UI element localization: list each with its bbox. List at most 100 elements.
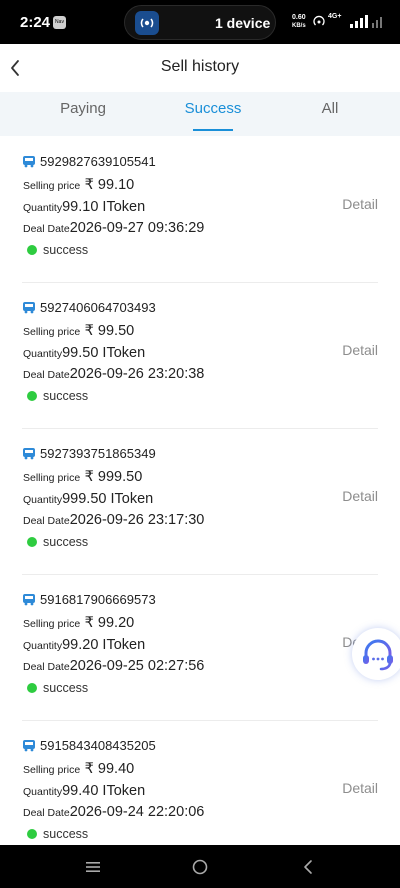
bus-icon bbox=[22, 155, 36, 173]
quantity-label: Quantity bbox=[23, 640, 63, 652]
status-dot bbox=[27, 683, 37, 693]
selling-price-value: ₹ 99.50 bbox=[84, 323, 135, 339]
deal-date-row: Deal Date2026-09-24 22:20:06 bbox=[23, 803, 204, 821]
deal-date-label: Deal Date bbox=[23, 223, 70, 235]
status-dot bbox=[27, 245, 37, 255]
status-badge: success bbox=[27, 681, 88, 695]
selling-price-value: ₹ 99.10 bbox=[84, 177, 135, 193]
page-title: Sell history bbox=[160, 58, 240, 75]
selling-price-row: Selling price ₹ 99.40 bbox=[23, 760, 134, 778]
status-text: success bbox=[43, 535, 89, 549]
tab-success[interactable]: Success bbox=[163, 92, 263, 136]
quantity-value: 99.50 IToken bbox=[62, 345, 146, 361]
quantity-value: 99.10 IToken bbox=[62, 199, 146, 215]
quantity-row: Quantity999.50 IToken bbox=[23, 490, 153, 508]
quantity-row: Quantity99.10 IToken bbox=[23, 198, 145, 216]
quantity-row: Quantity99.20 IToken bbox=[23, 636, 145, 654]
broadcast-icon bbox=[135, 11, 159, 35]
order-card: 5916817906669573 Selling price ₹ 99.20 Q… bbox=[22, 575, 378, 721]
order-card: 5927393751865349 Selling price ₹ 999.50 … bbox=[22, 429, 378, 575]
menu-icon bbox=[86, 862, 100, 872]
customer-support-button[interactable] bbox=[352, 628, 400, 680]
order-id: 5927393751865349 bbox=[40, 446, 156, 461]
selling-price-label: Selling price bbox=[23, 472, 81, 484]
status-dot bbox=[27, 537, 37, 547]
selling-price-value: ₹ 999.50 bbox=[84, 469, 143, 485]
deal-date-label: Deal Date bbox=[23, 807, 70, 819]
selling-price-row: Selling price ₹ 99.50 bbox=[23, 322, 134, 340]
selling-price-row: Selling price ₹ 99.20 bbox=[23, 614, 134, 632]
deal-date-label: Deal Date bbox=[23, 369, 70, 381]
signal-strength-icon bbox=[350, 14, 384, 33]
order-id: 5927406064703493 bbox=[40, 300, 156, 315]
quantity-row: Quantity99.50 IToken bbox=[23, 344, 145, 362]
selling-price-value: ₹ 99.40 bbox=[84, 761, 135, 777]
order-card: 5927406064703493 Selling price ₹ 99.50 Q… bbox=[22, 283, 378, 429]
quantity-label: Quantity bbox=[23, 348, 63, 360]
status-badge: success bbox=[27, 535, 88, 549]
order-card: 5929827639105541 Selling price ₹ 99.10 Q… bbox=[22, 137, 378, 283]
deal-date-label: Deal Date bbox=[23, 515, 70, 527]
selling-price-label: Selling price bbox=[23, 764, 81, 776]
deal-date-row: Deal Date2026-09-27 09:36:29 bbox=[23, 219, 204, 237]
sell-history-list: 5929827639105541 Selling price ₹ 99.10 Q… bbox=[0, 137, 400, 867]
detail-link[interactable]: Detail bbox=[342, 196, 378, 212]
detail-link[interactable]: Detail bbox=[342, 780, 378, 796]
deal-date-value: 2026-09-25 02:27:56 bbox=[69, 658, 205, 674]
tab-success-label: Success bbox=[184, 100, 242, 117]
network-speed: 0.60 KB/s bbox=[292, 14, 306, 30]
order-id: 5916817906669573 bbox=[40, 592, 156, 607]
app-notification-icon: Nav bbox=[53, 16, 66, 29]
deal-date-value: 2026-09-27 09:36:29 bbox=[69, 220, 205, 236]
headset-icon bbox=[363, 639, 393, 671]
selling-price-row: Selling price ₹ 99.10 bbox=[23, 176, 134, 194]
tab-all[interactable]: All bbox=[280, 92, 380, 136]
deal-date-row: Deal Date2026-09-26 23:17:30 bbox=[23, 511, 204, 529]
page-header: Sell history bbox=[0, 44, 400, 92]
back-triangle-icon bbox=[304, 860, 312, 874]
selling-price-value: ₹ 99.20 bbox=[84, 615, 135, 631]
status-text: success bbox=[43, 243, 89, 257]
bus-icon bbox=[22, 301, 36, 319]
quantity-value: 99.20 IToken bbox=[62, 637, 146, 653]
bus-icon bbox=[22, 739, 36, 757]
status-tabs: Paying Success All bbox=[0, 92, 400, 136]
device-count: 1 device bbox=[215, 15, 271, 31]
detail-link[interactable]: Detail bbox=[342, 342, 378, 358]
status-dot bbox=[27, 391, 37, 401]
quantity-value: 99.40 IToken bbox=[62, 783, 146, 799]
quantity-label: Quantity bbox=[23, 786, 63, 798]
deal-date-row: Deal Date2026-09-26 23:20:38 bbox=[23, 365, 204, 383]
status-dot bbox=[27, 829, 37, 839]
hotspot-icon bbox=[312, 14, 326, 33]
speed-value: 0.60 bbox=[292, 14, 306, 21]
system-back-button[interactable] bbox=[298, 857, 318, 877]
selling-price-row: Selling price ₹ 999.50 bbox=[23, 468, 142, 486]
quantity-value: 999.50 IToken bbox=[62, 491, 154, 507]
deal-date-value: 2026-09-26 23:17:30 bbox=[69, 512, 205, 528]
selling-price-label: Selling price bbox=[23, 180, 81, 192]
bus-icon bbox=[22, 447, 36, 465]
status-bar: 2:24 Nav 1 device 0.60 KB/s 4G+ bbox=[0, 0, 400, 44]
deal-date-value: 2026-09-26 23:20:38 bbox=[69, 366, 205, 382]
status-badge: success bbox=[27, 389, 88, 403]
selling-price-label: Selling price bbox=[23, 618, 81, 630]
status-badge: success bbox=[27, 827, 88, 841]
status-time: 2:24 bbox=[20, 14, 51, 31]
active-tab-indicator bbox=[193, 129, 233, 131]
bus-icon bbox=[22, 593, 36, 611]
connected-devices-pill[interactable]: 1 device bbox=[124, 5, 276, 40]
status-text: success bbox=[43, 827, 89, 841]
quantity-label: Quantity bbox=[23, 202, 63, 214]
status-text: success bbox=[43, 681, 89, 695]
tab-paying[interactable]: Paying bbox=[33, 92, 133, 136]
home-button[interactable] bbox=[190, 857, 210, 877]
recent-apps-button[interactable] bbox=[83, 857, 103, 877]
home-circle-icon bbox=[192, 859, 208, 875]
detail-link[interactable]: Detail bbox=[342, 488, 378, 504]
deal-date-value: 2026-09-24 22:20:06 bbox=[69, 804, 205, 820]
deal-date-label: Deal Date bbox=[23, 661, 70, 673]
order-id: 5929827639105541 bbox=[40, 154, 156, 169]
quantity-row: Quantity99.40 IToken bbox=[23, 782, 145, 800]
status-badge: success bbox=[27, 243, 88, 257]
